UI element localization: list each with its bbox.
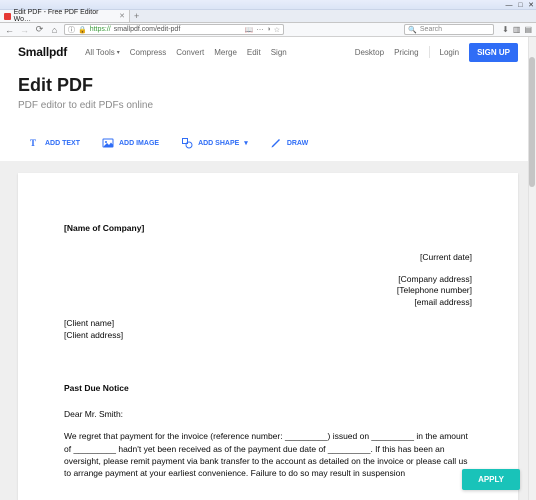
home-button[interactable]: ⌂: [49, 24, 60, 35]
pencil-icon: [270, 137, 282, 149]
browser-tab[interactable]: Edit PDF - Free PDF Editor Wo… ✕: [0, 10, 130, 22]
doc-body: We regret that payment for the invoice (…: [64, 430, 472, 479]
editor-area: [Name of Company] [Current date] [Compan…: [0, 161, 536, 500]
doc-header-right: [Current date] [Company address] [Teleph…: [64, 252, 472, 308]
separator: [429, 46, 430, 58]
app-nav: Smallpdf All Tools▾ Compress Convert Mer…: [0, 37, 536, 67]
logo[interactable]: Smallpdf: [18, 45, 67, 59]
reload-button[interactable]: ⟳: [34, 24, 45, 35]
page-title: Edit PDF: [18, 75, 518, 96]
chevron-down-icon: ▾: [117, 49, 120, 56]
search-placeholder: Search: [420, 26, 442, 33]
address-bar[interactable]: ⓘ 🔒 https:// smallpdf.com/edit-pdf 📖 ⋯ ◑…: [64, 24, 284, 35]
draw-button[interactable]: DRAW: [270, 137, 308, 149]
back-button[interactable]: ←: [4, 24, 15, 35]
more-icon[interactable]: ⋯: [256, 26, 263, 34]
chevron-down-icon: ▾: [244, 139, 248, 147]
window-controls: — □ ✕: [502, 1, 534, 9]
page-content: Smallpdf All Tools▾ Compress Convert Mer…: [0, 37, 536, 500]
pdf-page[interactable]: [Name of Company] [Current date] [Compan…: [18, 173, 518, 500]
doc-greeting: Dear Mr. Smith:: [64, 409, 472, 420]
nav-right: Desktop Pricing Login SIGN UP: [355, 43, 518, 62]
download-icon[interactable]: ⬇: [502, 25, 509, 34]
scrollbar[interactable]: [528, 37, 536, 500]
shape-icon: [181, 137, 193, 149]
apply-button[interactable]: APPLY: [462, 469, 520, 490]
nav-sign[interactable]: Sign: [271, 48, 287, 57]
lock-icon: 🔒: [78, 26, 87, 34]
url-prefix: https://: [90, 26, 111, 33]
tab-title: Edit PDF - Free PDF Editor Wo…: [14, 9, 113, 23]
sidebar-icon[interactable]: ▤: [524, 25, 532, 34]
add-image-button[interactable]: ADD IMAGE: [102, 137, 159, 149]
page-subtitle: PDF editor to edit PDFs online: [18, 100, 518, 111]
new-tab-button[interactable]: +: [134, 11, 139, 21]
nav-links: All Tools▾ Compress Convert Merge Edit S…: [85, 48, 287, 57]
nav-convert[interactable]: Convert: [176, 48, 204, 57]
nav-pricing[interactable]: Pricing: [394, 48, 418, 57]
signup-button[interactable]: SIGN UP: [469, 43, 518, 62]
doc-date: [Current date]: [64, 252, 472, 263]
add-shape-button[interactable]: ADD SHAPE ▾: [181, 137, 248, 149]
library-icon[interactable]: ▥: [513, 25, 521, 34]
doc-email: [email address]: [64, 297, 472, 308]
url-text: smallpdf.com/edit-pdf: [114, 26, 181, 33]
window-close-icon[interactable]: ✕: [528, 2, 534, 9]
window-minimize-icon[interactable]: —: [506, 2, 513, 9]
shield-icon[interactable]: ◑: [266, 26, 270, 34]
scroll-thumb[interactable]: [529, 57, 535, 187]
search-icon: 🔍: [408, 26, 417, 34]
browser-nav: ← → ⟳ ⌂ ⓘ 🔒 https:// smallpdf.com/edit-p…: [0, 23, 536, 37]
doc-client-name: [Client name]: [64, 318, 472, 329]
window-maximize-icon[interactable]: □: [518, 2, 522, 9]
nav-compress[interactable]: Compress: [130, 48, 166, 57]
doc-client-address: [Client address]: [64, 330, 472, 341]
doc-company-address: [Company address]: [64, 274, 472, 285]
browser-actions: ⬇ ▥ ▤: [502, 25, 532, 34]
info-icon: ⓘ: [68, 25, 75, 35]
nav-login[interactable]: Login: [440, 48, 460, 57]
doc-company: [Name of Company]: [64, 223, 472, 234]
svg-text:T: T: [30, 138, 36, 148]
favicon-icon: [4, 13, 11, 20]
text-icon: T: [28, 137, 40, 149]
image-icon: [102, 137, 114, 149]
star-icon[interactable]: ☆: [274, 26, 280, 34]
browser-tabbar: Edit PDF - Free PDF Editor Wo… ✕ +: [0, 10, 536, 23]
nav-edit[interactable]: Edit: [247, 48, 261, 57]
editor-toolbar: T ADD TEXT ADD IMAGE ADD SHAPE ▾ DRAW: [0, 133, 536, 161]
url-actions: 📖 ⋯ ◑ ☆: [245, 26, 280, 34]
tab-close-icon[interactable]: ✕: [119, 12, 125, 20]
search-box[interactable]: 🔍 Search: [404, 24, 494, 35]
nav-desktop[interactable]: Desktop: [355, 48, 384, 57]
doc-telephone: [Telephone number]: [64, 285, 472, 296]
reader-icon[interactable]: 📖: [245, 26, 254, 34]
doc-client-block: [Client name] [Client address]: [64, 318, 472, 341]
nav-all-tools[interactable]: All Tools▾: [85, 48, 120, 57]
add-text-button[interactable]: T ADD TEXT: [28, 137, 80, 149]
forward-button[interactable]: →: [19, 24, 30, 35]
nav-merge[interactable]: Merge: [214, 48, 237, 57]
hero: Edit PDF PDF editor to edit PDFs online: [0, 67, 536, 133]
doc-notice-title: Past Due Notice: [64, 383, 472, 394]
